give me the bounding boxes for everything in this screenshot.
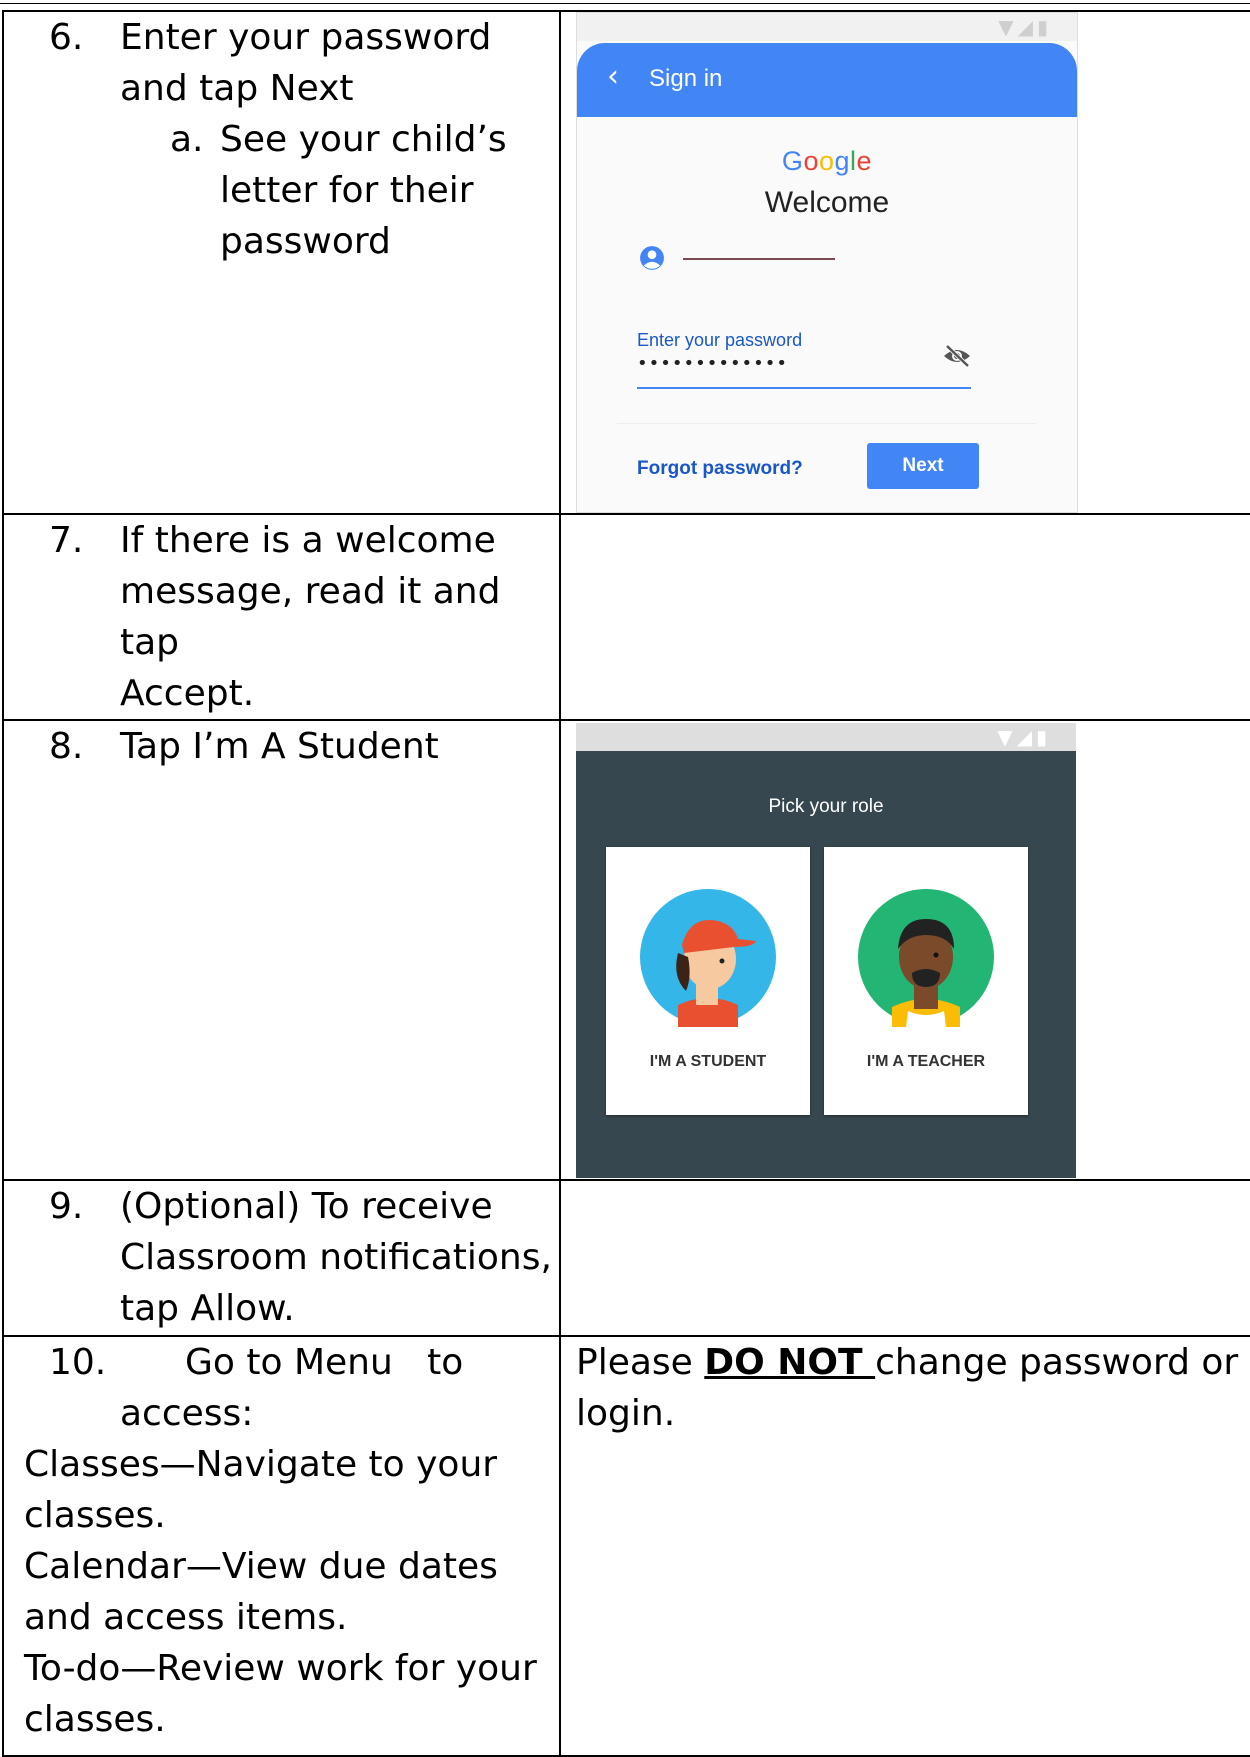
menu-item-text: classes.	[24, 1699, 166, 1740]
teacher-role-card[interactable]: I'M A TEACHER	[824, 847, 1028, 1115]
warning-note-line: login.	[576, 1393, 676, 1434]
table-row: 6. Enter your password and tap Next a. See…	[2, 10, 1250, 515]
signin-screenshot: ▼◢▮ ‹ Sign in Google Welcome Enter your …	[576, 12, 1078, 513]
teacher-role-label: I'M A TEACHER	[866, 1053, 986, 1070]
table-row: 8. Tap I’m A Student ▼◢▮ Pick your role	[2, 719, 1250, 1181]
page-top-rule	[0, 3, 1250, 4]
step-text: tap Allow.	[120, 1288, 295, 1329]
google-logo-letter: o	[818, 146, 835, 176]
instructions-table: 6. Enter your password and tap Next a. See…	[2, 10, 1250, 1757]
divider	[617, 423, 1037, 424]
substep-number: a.	[170, 119, 204, 160]
status-bar: ▼◢▮	[576, 723, 1076, 751]
step-text: Tap I’m A Student	[120, 726, 439, 767]
step-cell: 9. (Optional) To receive Classroom notifi…	[2, 1179, 561, 1337]
step-cell: 10. Go to Menu to access: Classes—Navigat…	[2, 1335, 561, 1757]
google-logo-letter: G	[781, 146, 804, 176]
role-picker-screenshot: ▼◢▮ Pick your role I'M A STUDENT I'M A T…	[576, 723, 1076, 1178]
step-cell: 6. Enter your password and tap Next a. See…	[2, 10, 561, 515]
password-input[interactable]: •••••••••••••	[637, 353, 788, 375]
screenshot-cell: ▼◢▮ ‹ Sign in Google Welcome Enter your …	[559, 10, 1250, 515]
step-text: Classroom notifications,	[120, 1237, 552, 1278]
student-role-label: I'M A STUDENT	[649, 1053, 767, 1070]
step-text: If there is a welcome	[120, 520, 496, 561]
welcome-heading: Welcome	[764, 186, 890, 219]
step-text: and tap Next	[120, 68, 354, 109]
step-text: message, read it and tap	[120, 571, 501, 663]
next-button[interactable]: Next	[867, 443, 979, 489]
empty-cell	[559, 513, 1250, 721]
step-text: Enter your password	[120, 17, 492, 58]
substep-text: See your child’s	[220, 119, 507, 160]
menu-item-text: Classes—Navigate to your	[24, 1444, 498, 1485]
student-role-card[interactable]: I'M A STUDENT	[606, 847, 810, 1115]
substep-text: password	[220, 221, 391, 262]
google-logo-letter: o	[803, 146, 819, 176]
step-number: 10.	[49, 1342, 107, 1383]
password-underline	[637, 387, 971, 389]
google-logo-letter: e	[856, 146, 873, 176]
menu-item-text: Calendar—View due dates	[24, 1546, 498, 1587]
password-label: Enter your password	[637, 330, 803, 350]
forgot-password-link[interactable]: Forgot password?	[637, 457, 803, 481]
warning-note: Please DO NOT change password or	[576, 1342, 1239, 1383]
teacher-avatar-icon	[858, 889, 994, 1027]
account-icon	[640, 246, 664, 270]
student-avatar-icon	[640, 889, 776, 1027]
back-chevron-icon[interactable]: ‹	[607, 57, 619, 97]
menu-item-text: and access items.	[24, 1597, 348, 1638]
do-not-emphasis: DO NOT	[704, 1342, 876, 1383]
step-text: (Optional) To receive	[120, 1186, 493, 1227]
step-text: Accept.	[120, 673, 255, 714]
step-number: 9.	[49, 1186, 84, 1227]
role-picker-title: Pick your role	[768, 796, 884, 817]
menu-item-text: To-do—Review work for your	[24, 1648, 537, 1689]
status-icons: ▼◢▮	[998, 15, 1052, 39]
google-logo-letter: g	[834, 146, 851, 176]
step-text: Go to Menu to	[185, 1342, 464, 1383]
empty-cell	[559, 1179, 1250, 1337]
substep-text: letter for their	[220, 170, 474, 211]
step-number: 8.	[49, 726, 84, 767]
menu-item-text: classes.	[24, 1495, 166, 1536]
visibility-off-icon[interactable]	[942, 343, 972, 369]
status-icons: ▼◢▮	[997, 725, 1051, 749]
table-row: 10. Go to Menu to access: Classes—Navigat…	[2, 1335, 1250, 1757]
step-number: 7.	[49, 520, 84, 561]
google-logo: Google	[577, 145, 1077, 177]
table-row: 9. (Optional) To receive Classroom notifi…	[2, 1179, 1250, 1337]
account-name-line	[683, 258, 835, 260]
step-number: 6.	[49, 17, 84, 58]
step-cell: 8. Tap I’m A Student	[2, 719, 561, 1181]
app-bar: ‹ Sign in	[577, 43, 1077, 117]
step-cell: 7. If there is a welcome message, read it…	[2, 513, 561, 721]
status-bar: ▼◢▮	[577, 13, 1077, 41]
table-row: 7. If there is a welcome message, read it…	[2, 513, 1250, 721]
screenshot-cell: ▼◢▮ Pick your role I'M A STUDENT I'M A T…	[559, 719, 1250, 1181]
note-cell: Please DO NOT change password or login.	[559, 1335, 1250, 1757]
signin-title: Sign in	[649, 65, 723, 92]
step-text: access:	[120, 1393, 254, 1434]
